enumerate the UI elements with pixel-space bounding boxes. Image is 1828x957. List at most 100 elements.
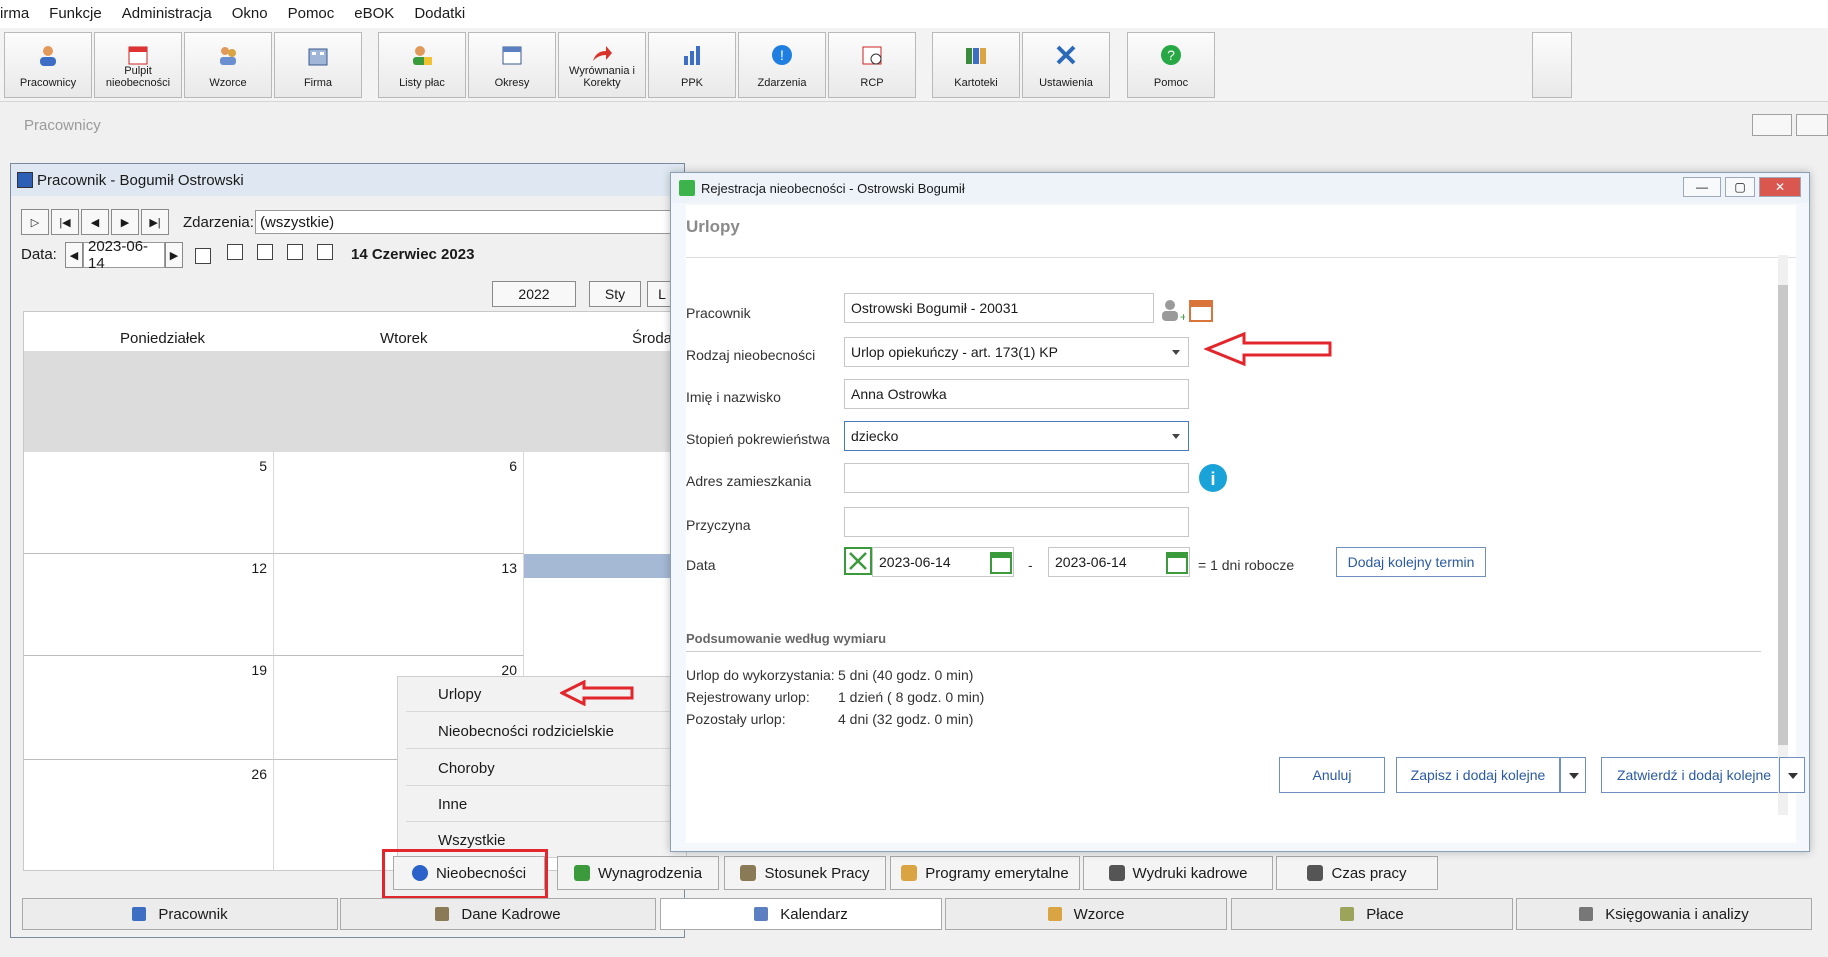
menu-funkcje[interactable]: Funkcje	[39, 0, 112, 28]
toolbar-ustawienia-button[interactable]: Ustawienia	[1022, 32, 1110, 98]
play-button[interactable]: ▷	[21, 209, 49, 235]
toolbar-pulpit-button[interactable]: Pulpit nieobecności	[94, 32, 182, 98]
calendar-icon[interactable]	[990, 550, 1012, 574]
add-user-icon[interactable]: +	[1159, 297, 1185, 323]
date-from-value: 2023-06-14	[879, 554, 951, 570]
tab-place[interactable]: Płace	[1231, 898, 1513, 930]
minimize-button[interactable]: —	[1683, 177, 1721, 197]
menu-item-label: Inne	[438, 796, 468, 813]
tab-czas-pracy[interactable]: Czas pracy	[1276, 856, 1438, 890]
tab-label: Wydruki kadrowe	[1132, 864, 1248, 882]
toolbar-listy-plac-button[interactable]: Listy płac	[378, 32, 466, 98]
info-icon[interactable]: i	[1198, 463, 1228, 493]
menu-pomoc[interactable]: Pomoc	[278, 0, 345, 28]
current-date-heading: 14 Czerwiec 2023	[351, 246, 475, 263]
calendar-icon[interactable]	[195, 248, 211, 264]
tab-pracownik[interactable]: Pracownik	[22, 898, 338, 930]
toolbar-wyrownania-button[interactable]: Wyrównania i Korekty	[558, 32, 646, 98]
first-button[interactable]: |◀	[51, 209, 79, 235]
summary-value: 5 dni (40 godz. 0 min)	[838, 667, 974, 683]
clear-date-icon[interactable]	[844, 547, 872, 575]
year-button[interactable]: 2022	[492, 281, 576, 307]
menu-item-choroby[interactable]: Choroby	[406, 751, 682, 786]
restore-button[interactable]	[1796, 114, 1828, 136]
prev-button[interactable]: ◀	[81, 209, 109, 235]
menu-firma[interactable]: irma	[0, 0, 39, 28]
day-view-icon[interactable]	[227, 244, 243, 260]
address-input[interactable]	[844, 463, 1189, 493]
toolbar-okresy-button[interactable]: Okresy	[468, 32, 556, 98]
bar-chart-icon	[684, 46, 700, 65]
tab-ksiegowania[interactable]: Księgowania i analizy	[1516, 898, 1812, 930]
toolbar-rcp-button[interactable]: RCP	[828, 32, 916, 98]
month-button[interactable]: Sty	[589, 281, 641, 307]
toolbar-label: Listy płac	[399, 77, 445, 89]
minimize-button[interactable]	[1752, 114, 1792, 136]
calendar-day-cell[interactable]: 19	[24, 656, 274, 760]
month-view-icon[interactable]	[287, 244, 303, 260]
date-prev-button[interactable]: ◀	[65, 242, 83, 268]
dialog-scrollbar[interactable]	[1778, 255, 1788, 815]
absence-type-dropdown[interactable]: Urlop opiekuńczy - art. 173(1) KP	[844, 337, 1189, 367]
menu-item-urlopy[interactable]: Urlopy	[406, 677, 682, 712]
toolbar-wzorce-button[interactable]: Wzorce	[184, 32, 272, 98]
date-input[interactable]: 2023-06-14	[83, 238, 165, 272]
calendar-day-cell[interactable]: 6	[274, 452, 524, 554]
confirm-and-add-button[interactable]: Zatwierdź i dodaj kolejne	[1601, 757, 1787, 793]
calendar-day-cell[interactable]: 12	[24, 554, 274, 656]
next-button[interactable]: ▶	[111, 209, 139, 235]
relation-dropdown[interactable]: dziecko	[844, 421, 1189, 451]
menu-item-label: Choroby	[438, 760, 495, 777]
last-button[interactable]: ▶|	[141, 209, 169, 235]
menu-ebok[interactable]: eBOK	[344, 0, 404, 28]
calendar-icon[interactable]	[1166, 550, 1188, 574]
add-term-button[interactable]: Dodaj kolejny termin	[1336, 547, 1486, 577]
menu-administracja[interactable]: Administracja	[112, 0, 222, 28]
calendar-day-cell[interactable]: 26	[24, 760, 274, 870]
save-options-dropdown[interactable]	[1560, 757, 1586, 793]
calendar-day-cell[interactable]: 5	[24, 452, 274, 554]
tab-programy-emerytalne[interactable]: Programy emerytalne	[890, 856, 1080, 890]
toolbar-zdarzenia-button[interactable]: ! Zdarzenia	[738, 32, 826, 98]
toolbar-pracownicy-button[interactable]: Pracownicy	[4, 32, 92, 98]
list-view-icon[interactable]	[317, 244, 333, 260]
tab-wzorce[interactable]: Wzorce	[945, 898, 1227, 930]
date-next-button[interactable]: ▶	[165, 242, 183, 268]
maximize-button[interactable]: ▢	[1725, 177, 1755, 197]
menu-dodatki[interactable]: Dodatki	[404, 0, 475, 28]
toolbar-extra-button[interactable]	[1532, 32, 1572, 98]
toolbar-kartoteki-button[interactable]: Kartoteki	[932, 32, 1020, 98]
menu-okno[interactable]: Okno	[222, 0, 278, 28]
toolbar-pomoc-button[interactable]: ? Pomoc	[1127, 32, 1215, 98]
name-input[interactable]: Anna Ostrowka	[844, 379, 1189, 409]
tab-label: Dane Kadrowe	[461, 905, 561, 923]
divider	[686, 651, 1761, 652]
cancel-button[interactable]: Anuluj	[1279, 757, 1385, 793]
save-and-add-button[interactable]: Zapisz i dodaj kolejne	[1396, 757, 1560, 793]
tab-wynagrodzenia[interactable]: Wynagrodzenia	[557, 856, 719, 890]
toolbar-firma-button[interactable]: Firma	[274, 32, 362, 98]
employee-field[interactable]: Ostrowski Bogumił - 20031	[844, 293, 1154, 323]
reason-input[interactable]	[844, 507, 1189, 537]
app-icon	[679, 180, 695, 196]
calendar-icon[interactable]	[1188, 297, 1214, 323]
toolbar-label: Wzorce	[209, 77, 247, 89]
tab-stosunek-pracy[interactable]: Stosunek Pracy	[724, 856, 886, 890]
week-view-icon[interactable]	[257, 244, 273, 260]
employee-window-titlebar: Pracownik - Bogumił Ostrowski	[11, 164, 684, 196]
confirm-options-dropdown[interactable]	[1779, 757, 1805, 793]
close-button[interactable]: ✕	[1759, 177, 1801, 197]
payroll-icon	[413, 46, 432, 65]
events-select[interactable]: (wszystkie)	[255, 210, 675, 234]
tab-dane-kadrowe[interactable]: Dane Kadrowe	[340, 898, 656, 930]
menu-item-inne[interactable]: Inne	[406, 787, 682, 822]
calendar-day-cell[interactable]: 13	[274, 554, 524, 656]
tab-wydruki-kadrowe[interactable]: Wydruki kadrowe	[1083, 856, 1273, 890]
svg-text:i: i	[1210, 469, 1215, 489]
menu-item-nieobecnosci-rodzicielskie[interactable]: Nieobecności rodzicielskie	[406, 714, 682, 749]
payslip-icon	[1340, 907, 1355, 921]
scrollbar-thumb[interactable]	[1778, 285, 1788, 745]
toolbar-ppk-button[interactable]: PPK	[648, 32, 736, 98]
selected-day-highlight[interactable]	[524, 554, 676, 578]
tab-kalendarz[interactable]: Kalendarz	[660, 898, 942, 930]
